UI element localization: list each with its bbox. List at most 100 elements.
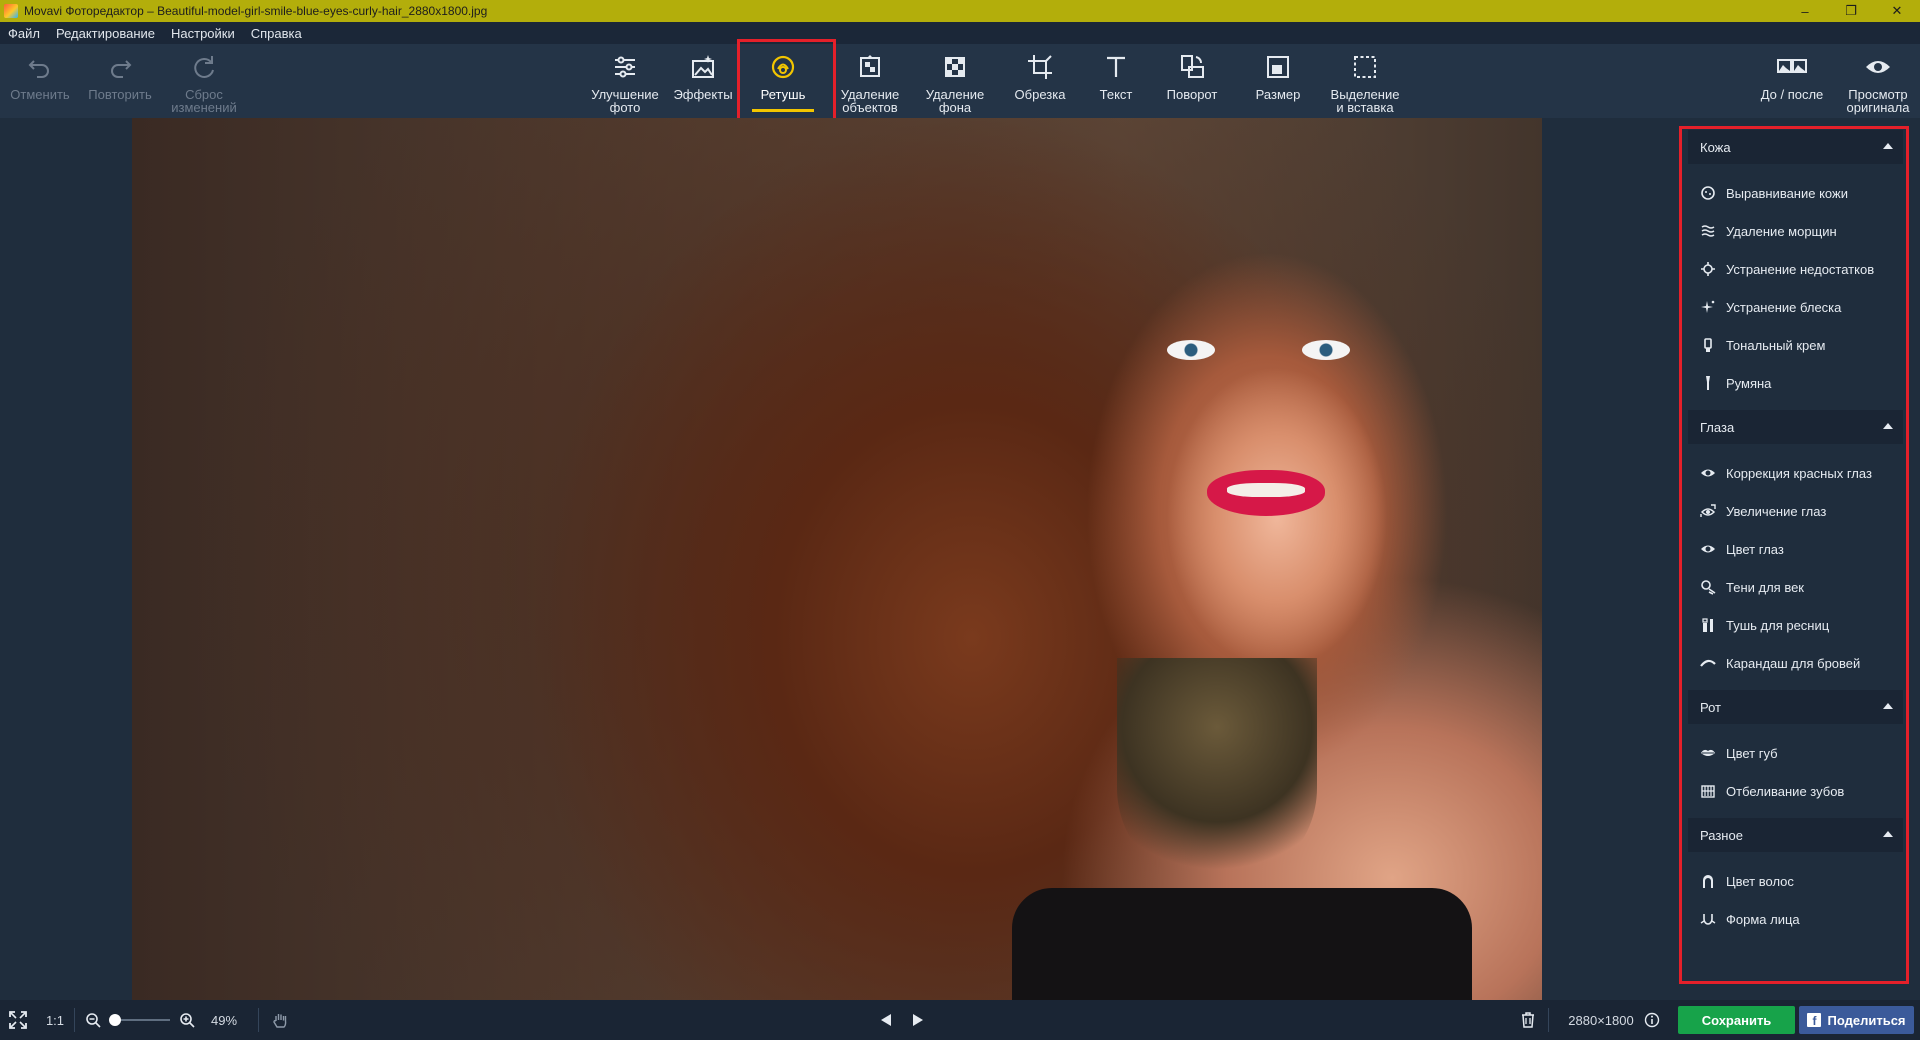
before-after-button[interactable]: До / после xyxy=(1750,44,1834,118)
share-button[interactable]: f Поделиться xyxy=(1799,1006,1914,1034)
save-button[interactable]: Сохранить xyxy=(1678,1006,1795,1034)
right-eye-shape xyxy=(1302,340,1350,360)
item-foundation[interactable]: Тональный крем xyxy=(1688,330,1903,360)
image-dimensions: 2880×1800 xyxy=(1568,1012,1634,1028)
item-mascara[interactable]: Тушь для ресниц xyxy=(1688,610,1903,640)
menu-edit[interactable]: Редактирование xyxy=(56,26,155,41)
undo-button[interactable]: Отменить xyxy=(4,44,76,118)
menu-file[interactable]: Файл xyxy=(8,26,40,41)
skin-smoothing-icon xyxy=(1701,186,1715,200)
section-misc-header[interactable]: Разное xyxy=(1688,818,1903,852)
effects-icon xyxy=(692,55,714,78)
teeth-shape xyxy=(1227,483,1305,497)
item-skin-smoothing[interactable]: Выравнивание кожи xyxy=(1688,178,1903,208)
menu-settings[interactable]: Настройки xyxy=(171,26,235,41)
eyebrow-icon xyxy=(1700,659,1716,667)
item-red-eye[interactable]: Коррекция красных глаз xyxy=(1688,458,1903,488)
actual-size-button[interactable]: 1:1 xyxy=(40,1000,70,1040)
next-image-button[interactable] xyxy=(906,1000,930,1040)
section-eyes-header[interactable]: Глаза xyxy=(1688,410,1903,444)
necklace-shape xyxy=(1117,658,1317,888)
divider xyxy=(74,1008,75,1032)
facebook-icon: f xyxy=(1807,1013,1822,1027)
maximize-button[interactable]: ❐ xyxy=(1828,0,1874,22)
status-bar: 1:1 49% 2880×1800 xyxy=(0,1000,1920,1040)
item-shine-removal[interactable]: Устранение блеска xyxy=(1688,292,1903,322)
view-original-button[interactable]: Просмотр оригинала xyxy=(1838,44,1918,118)
item-lip-color[interactable]: Цвет губ xyxy=(1688,738,1903,768)
foundation-icon xyxy=(1704,338,1712,352)
left-eye-shape xyxy=(1167,340,1215,360)
active-tab-indicator xyxy=(752,109,814,112)
canvas-area[interactable] xyxy=(0,118,1670,1000)
triangle-left-icon xyxy=(881,1014,891,1026)
section-mouth-header[interactable]: Рот xyxy=(1688,690,1903,724)
item-eyeshadow[interactable]: Тени для век xyxy=(1688,572,1903,602)
redo-icon xyxy=(111,60,132,78)
select-paste-icon xyxy=(1354,56,1376,78)
trash-icon xyxy=(1522,1012,1534,1028)
dress-shape xyxy=(1012,888,1472,1000)
item-face-shape[interactable]: Форма лица xyxy=(1688,904,1903,934)
eye-color-icon xyxy=(1701,545,1715,553)
menu-bar: Файл Редактирование Настройки Справка xyxy=(0,22,1920,44)
eye-icon xyxy=(1866,61,1890,73)
delete-button[interactable] xyxy=(1516,1000,1540,1040)
fullscreen-button[interactable] xyxy=(4,1000,32,1040)
background-removal-icon xyxy=(945,57,965,77)
app-logo-icon xyxy=(4,4,18,18)
image-info-button[interactable] xyxy=(1642,1000,1662,1040)
reset-icon xyxy=(194,56,214,78)
divider xyxy=(1548,1008,1549,1032)
item-wrinkle-removal[interactable]: Удаление морщин xyxy=(1688,216,1903,246)
section-skin-header[interactable]: Кожа xyxy=(1688,130,1903,164)
item-eye-enlarge[interactable]: Увеличение глаз xyxy=(1688,496,1903,526)
lips-icon xyxy=(1701,749,1715,756)
hand-tool-button[interactable] xyxy=(268,1000,292,1040)
previous-image-button[interactable] xyxy=(874,1000,898,1040)
tool-enhance-photo[interactable]: Улучшение фото xyxy=(586,44,664,118)
redo-button[interactable]: Повторить xyxy=(84,44,156,118)
tool-retouch[interactable]: Ретушь xyxy=(742,44,824,118)
zoom-in-button[interactable] xyxy=(176,1000,198,1040)
rotate-icon xyxy=(1181,55,1204,78)
zoom-in-icon xyxy=(180,1013,195,1028)
item-blush[interactable]: Румяна xyxy=(1688,368,1903,398)
item-hair-color[interactable]: Цвет волос xyxy=(1688,866,1903,896)
menu-help[interactable]: Справка xyxy=(251,26,302,41)
tool-select-paste[interactable]: Выделение и вставка xyxy=(1320,44,1410,118)
window-title: Movavi Фоторедактор – Beautiful-model-gi… xyxy=(24,4,488,18)
zoom-level: 49% xyxy=(210,1012,238,1028)
teeth-icon xyxy=(1701,785,1715,798)
tool-object-removal[interactable]: Удаление объектов xyxy=(828,44,912,118)
item-teeth-whitening[interactable]: Отбеливание зубов xyxy=(1688,776,1903,806)
text-icon xyxy=(1107,56,1125,77)
title-bar: Movavi Фоторедактор – Beautiful-model-gi… xyxy=(0,0,1920,22)
tool-background-removal[interactable]: Удаление фона xyxy=(914,44,996,118)
tool-crop[interactable]: Обрезка xyxy=(1004,44,1076,118)
close-button[interactable]: ✕ xyxy=(1874,0,1920,22)
hand-icon xyxy=(273,1014,287,1028)
eye-enlarge-icon xyxy=(1700,504,1716,517)
shine-icon xyxy=(1701,300,1715,313)
photo-canvas[interactable] xyxy=(132,118,1542,1000)
reset-changes-button[interactable]: Сброс изменений xyxy=(164,44,244,118)
chevron-up-icon xyxy=(1883,831,1893,837)
tool-resize[interactable]: Размер xyxy=(1242,44,1314,118)
tool-rotate[interactable]: Поворот xyxy=(1156,44,1228,118)
hair-icon xyxy=(1703,875,1713,888)
toolbar: Отменить Повторить Сброс изменений Улучш… xyxy=(0,44,1920,118)
crop-icon xyxy=(1028,55,1052,79)
item-eye-color[interactable]: Цвет глаз xyxy=(1688,534,1903,564)
share-button-label: Поделиться xyxy=(1827,1012,1906,1028)
minimize-button[interactable]: – xyxy=(1782,0,1828,22)
item-eyebrow-pencil[interactable]: Карандаш для бровей xyxy=(1688,648,1903,678)
zoom-slider-handle[interactable] xyxy=(108,1014,121,1026)
item-blemish-removal[interactable]: Устранение недостатков xyxy=(1688,254,1903,284)
info-icon xyxy=(1644,1012,1660,1028)
tool-text[interactable]: Текст xyxy=(1080,44,1152,118)
zoom-out-button[interactable] xyxy=(82,1000,104,1040)
eyeshadow-icon xyxy=(1701,580,1716,595)
tool-effects[interactable]: Эффекты xyxy=(668,44,738,118)
chevron-up-icon xyxy=(1883,143,1893,149)
